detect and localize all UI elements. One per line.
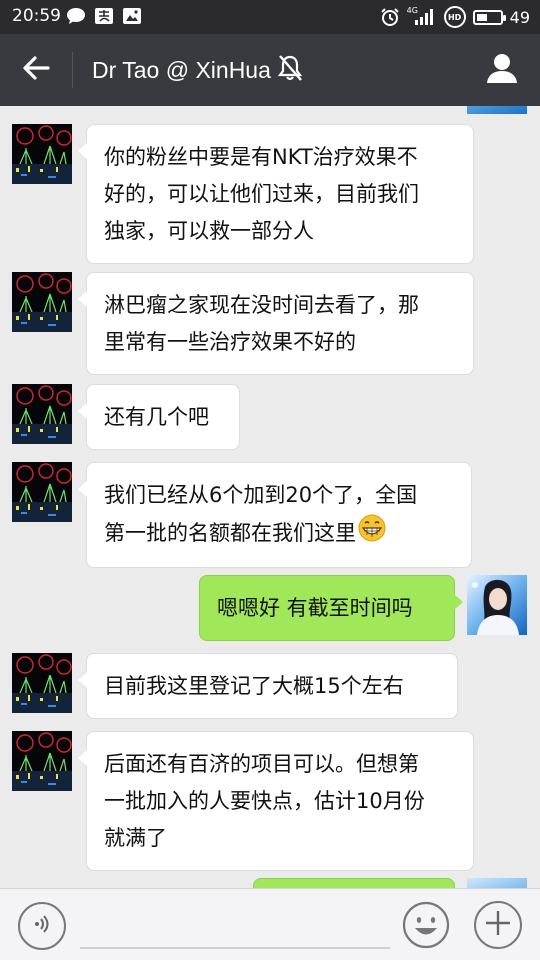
- message-line: 里常有一些治疗效果不好的: [104, 330, 356, 354]
- signal-icon: 4G: [406, 6, 437, 26]
- plus-icon: [483, 908, 513, 942]
- image-message-icon: [122, 7, 142, 25]
- message-list[interactable]: 你的粉丝中要是有NKT治疗效果不 好的，可以让他们过来，目前我们 独家，可以救一…: [0, 106, 540, 888]
- input-bar: [0, 888, 540, 960]
- fireworks-avatar-icon: [12, 272, 72, 332]
- message-bubble[interactable]: 目前我这里登记了大概15个左右: [78, 653, 458, 719]
- fireworks-avatar-icon: [12, 731, 72, 791]
- battery-level: [476, 13, 488, 21]
- user-avatar[interactable]: [467, 575, 527, 635]
- emoji-face-icon: [402, 901, 450, 953]
- message-line-with-emoji: 第一批的名额都在我们这里: [104, 514, 454, 554]
- message-line: 就满了: [104, 826, 167, 850]
- profile-icon: [485, 52, 519, 88]
- mute-bell-icon: [277, 54, 303, 86]
- status-bar: 20:59 4G HD 49: [0, 0, 540, 34]
- message-line: 一批加入的人要快点，估计10月份: [104, 789, 425, 813]
- chat-title-group: Dr Tao @ XinHua: [92, 54, 303, 86]
- message-line: 你的粉丝中要是有NKT治疗效果不: [104, 145, 418, 169]
- chat-header: Dr Tao @ XinHua: [0, 34, 540, 106]
- contact-avatar[interactable]: [12, 731, 72, 791]
- message-input[interactable]: [80, 909, 390, 949]
- fireworks-avatar-icon: [12, 462, 72, 522]
- partial-message-bubble-bottom[interactable]: [253, 878, 455, 888]
- message-line: 还有几个吧: [104, 405, 209, 429]
- contact-avatar[interactable]: [12, 124, 72, 184]
- hd-icon: HD: [443, 6, 466, 28]
- alarm-icon: [380, 8, 400, 26]
- back-arrow-icon: [22, 55, 50, 85]
- header-divider: [72, 52, 73, 88]
- message-line: 第一批的名额都在我们这里: [104, 521, 356, 545]
- message-line: 淋巴瘤之家现在没时间去看了，那: [104, 293, 419, 317]
- network-label: 4G: [406, 6, 418, 15]
- message-bubble[interactable]: 淋巴瘤之家现在没时间去看了，那 里常有一些治疗效果不好的: [78, 272, 474, 375]
- contact-avatar[interactable]: [12, 272, 72, 332]
- chat-info-button[interactable]: [480, 48, 524, 92]
- girl-avatar-partial-top[interactable]: [467, 106, 527, 114]
- battery-icon: [472, 9, 506, 25]
- message-line: 嗯嗯好 有截至时间吗: [217, 596, 413, 620]
- alipay-icon: [94, 7, 114, 25]
- status-time: 20:59: [12, 6, 61, 26]
- voice-button[interactable]: [18, 902, 66, 950]
- fireworks-avatar-icon: [12, 124, 72, 184]
- message-bubble[interactable]: 还有几个吧: [78, 384, 240, 450]
- grinning-face-emoji: [358, 514, 386, 554]
- battery-percent: 49: [509, 7, 530, 27]
- fireworks-avatar-icon: [12, 653, 72, 713]
- fireworks-avatar-icon: [12, 384, 72, 444]
- message-line: 好的，可以让他们过来，目前我们: [104, 182, 419, 206]
- message-line: 后面还有百济的项目可以。但想第: [104, 752, 419, 776]
- chat-bubble-icon: [66, 7, 86, 25]
- system-status: 4G HD 49: [380, 6, 530, 28]
- back-button[interactable]: [14, 50, 58, 90]
- message-bubble[interactable]: 后面还有百济的项目可以。但想第 一批加入的人要快点，估计10月份 就满了: [78, 731, 474, 871]
- message-bubble-outgoing[interactable]: 嗯嗯好 有截至时间吗: [199, 575, 463, 641]
- contact-avatar[interactable]: [12, 384, 72, 444]
- message-line: 目前我这里登记了大概15个左右: [104, 674, 404, 698]
- message-bubble[interactable]: 我们已经从6个加到20个了，全国 第一批的名额都在我们这里: [78, 462, 472, 568]
- notification-icons: [66, 7, 142, 25]
- contact-avatar[interactable]: [12, 653, 72, 713]
- message-line: 独家，可以救一部分人: [104, 219, 314, 243]
- chat-title: Dr Tao @ XinHua: [92, 56, 271, 83]
- more-button[interactable]: [474, 901, 522, 949]
- message-bubble[interactable]: 你的粉丝中要是有NKT治疗效果不 好的，可以让他们过来，目前我们 独家，可以救一…: [78, 124, 474, 264]
- emoji-button[interactable]: [402, 901, 450, 949]
- contact-avatar[interactable]: [12, 462, 72, 522]
- user-avatar-partial-bottom[interactable]: [467, 878, 527, 888]
- message-line: 我们已经从6个加到20个了，全国: [104, 483, 418, 507]
- girl-avatar-icon: [467, 575, 527, 635]
- voice-icon: [31, 913, 53, 939]
